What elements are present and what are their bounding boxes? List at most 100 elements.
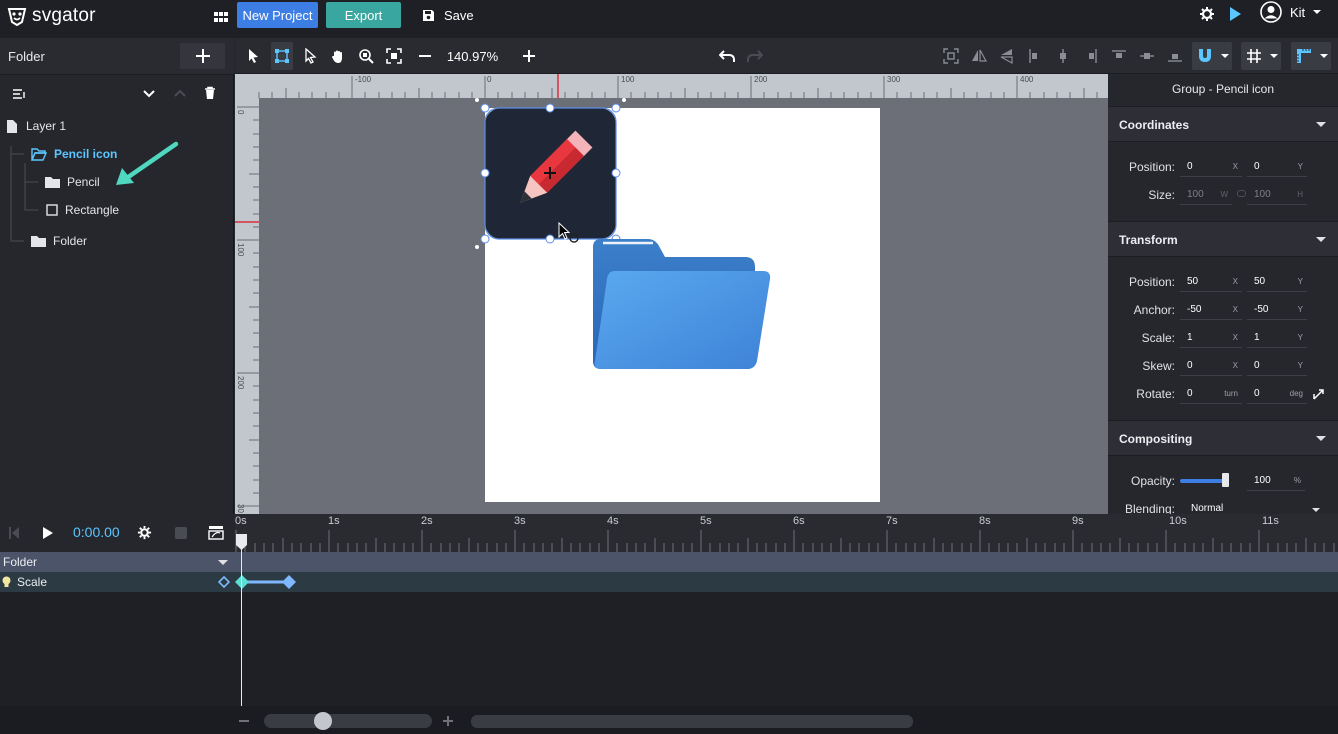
align-top-icon[interactable] xyxy=(1111,48,1127,64)
folder-icon xyxy=(31,235,46,247)
pencil-icon-group[interactable] xyxy=(475,98,635,253)
rotate-handle-icon[interactable] xyxy=(1313,386,1327,400)
loop-toggle-icon[interactable] xyxy=(174,526,188,540)
position-x-input[interactable]: 50 X xyxy=(1180,272,1242,292)
skip-start-icon[interactable] xyxy=(8,526,20,540)
rotate-turn-input[interactable]: 0 turn xyxy=(1180,384,1242,404)
compositing-section-header[interactable]: Compositing xyxy=(1108,420,1338,456)
opacity-slider-track[interactable] xyxy=(1180,479,1228,483)
select-tool-icon[interactable] xyxy=(245,48,261,64)
coord-position-x-input[interactable]: 0X xyxy=(1180,157,1242,177)
redo-icon[interactable] xyxy=(747,48,763,64)
opacity-row: Opacity: 100% xyxy=(1108,467,1338,495)
preview-settings-icon[interactable] xyxy=(1199,6,1215,22)
playhead-handle[interactable] xyxy=(236,534,247,551)
transform-tool-icon[interactable] xyxy=(274,48,290,64)
link-ratio-icon[interactable] xyxy=(1237,190,1246,197)
zoom-level-input[interactable]: 140.97% xyxy=(440,44,505,68)
snapping-dropdown[interactable] xyxy=(1192,42,1232,70)
align-bottom-icon[interactable] xyxy=(1167,48,1183,64)
zoom-out-button[interactable] xyxy=(412,44,438,68)
flip-vertical-icon[interactable] xyxy=(999,48,1015,64)
export-button[interactable]: Export xyxy=(326,2,401,28)
svgator-logo[interactable]: svgator xyxy=(6,5,96,27)
timeline-group-row[interactable]: Folder xyxy=(0,552,1338,572)
grid-dropdown[interactable] xyxy=(1241,42,1281,70)
ruler-label: 0 xyxy=(236,110,245,115)
play-icon[interactable] xyxy=(42,526,54,540)
time-label: 4s xyxy=(607,515,619,527)
coord-position-y-input[interactable]: 0Y xyxy=(1247,157,1307,177)
timeline-settings-icon[interactable] xyxy=(137,525,152,540)
zoom-out-timeline-icon[interactable] xyxy=(239,720,249,722)
layer-label: Pencil xyxy=(67,175,100,189)
properties-panel: Group - Pencil icon Coordinates Position… xyxy=(1108,74,1338,514)
coord-size-h-input[interactable]: 100 H xyxy=(1247,185,1307,205)
layer-item-pencil-icon[interactable]: Pencil icon xyxy=(31,141,117,167)
properties-title: Group - Pencil icon xyxy=(1171,82,1275,96)
save-button[interactable]: Save xyxy=(422,4,474,26)
scale-x-input[interactable]: 1X xyxy=(1180,328,1242,348)
canvas-area[interactable] xyxy=(259,98,1108,514)
anchor-x-input[interactable]: -50 X xyxy=(1180,300,1242,320)
lightbulb-icon[interactable] xyxy=(2,576,11,588)
timeline-ruler[interactable]: 0s 1s 2s 3s 4s 5s 6s 7s 8s 9s 10s 11s xyxy=(235,514,1338,552)
fit-screen-icon[interactable] xyxy=(386,48,402,64)
opacity-input[interactable]: 100% xyxy=(1247,471,1305,491)
svgator-logo-icon xyxy=(7,8,27,26)
minus-icon xyxy=(419,55,431,57)
timeline-zoom-handle[interactable] xyxy=(314,712,332,730)
keyframe-diamond[interactable] xyxy=(235,575,249,589)
anchor-y-input[interactable]: -50 Y xyxy=(1247,300,1307,320)
flip-horizontal-icon[interactable] xyxy=(971,48,987,64)
folder-graphic[interactable] xyxy=(593,239,773,372)
scale-y-input[interactable]: 1Y xyxy=(1247,328,1307,348)
group-row-label: Folder xyxy=(3,555,38,569)
folder-open-icon xyxy=(31,147,47,161)
coordinates-section-header[interactable]: Coordinates xyxy=(1108,106,1338,142)
hand-tool-icon[interactable] xyxy=(330,48,346,64)
layer-item-rectangle[interactable]: Rectangle xyxy=(46,197,119,223)
horizontal-ruler[interactable]: -100 0 100 200 300 400 xyxy=(235,74,1108,98)
new-project-button[interactable]: New Project xyxy=(237,2,318,28)
user-menu[interactable]: Kit xyxy=(1260,1,1322,23)
preview-play-icon[interactable] xyxy=(1228,6,1242,22)
layer-item-pencil[interactable]: Pencil xyxy=(45,169,100,195)
align-right-icon[interactable] xyxy=(1083,48,1099,64)
vertical-ruler[interactable]: 0 100 200 30 xyxy=(235,98,259,514)
add-keyframe-icon[interactable] xyxy=(218,576,230,588)
time-label: 9s xyxy=(1072,515,1084,527)
timeline-horizontal-scrollbar[interactable] xyxy=(471,715,913,728)
timeline-zoom-track[interactable] xyxy=(264,714,432,728)
chevron-down-icon xyxy=(1312,508,1320,512)
rulers-dropdown[interactable] xyxy=(1291,42,1331,70)
zoom-tool-icon[interactable] xyxy=(358,48,374,64)
ruler-label: 300 xyxy=(887,75,901,84)
skew-y-input[interactable]: 0Y xyxy=(1247,356,1307,376)
transform-scale-row: Scale: 1X 1Y xyxy=(1108,324,1338,352)
easing-panel-icon[interactable] xyxy=(208,525,224,540)
prop-label: Blending: xyxy=(1124,502,1175,514)
align-middle-icon[interactable] xyxy=(1139,48,1155,64)
zoom-in-button[interactable] xyxy=(516,44,542,68)
rotate-deg-input[interactable]: 0 deg xyxy=(1247,384,1307,404)
node-tool-icon[interactable] xyxy=(302,48,318,64)
layer-item-layer-1[interactable]: Layer 1 xyxy=(5,113,66,139)
skew-x-input[interactable]: 0X xyxy=(1180,356,1242,376)
align-to-selection-icon[interactable] xyxy=(943,48,959,64)
transform-section-header[interactable]: Transform xyxy=(1108,221,1338,257)
coord-size-w-input[interactable]: 100 W xyxy=(1180,185,1232,205)
chevron-down-icon xyxy=(1320,54,1328,58)
current-time[interactable]: 0:00.00 xyxy=(73,524,120,540)
opacity-slider-handle[interactable] xyxy=(1222,473,1229,487)
blending-select[interactable]: Normal xyxy=(1180,499,1320,514)
apps-grid-icon[interactable] xyxy=(213,9,229,25)
zoom-in-timeline-icon[interactable] xyxy=(443,716,453,726)
timeline-property-row[interactable]: Scale xyxy=(0,572,1338,592)
align-center-h-icon[interactable] xyxy=(1055,48,1071,64)
keyframe-diamond[interactable] xyxy=(282,575,296,589)
undo-icon[interactable] xyxy=(719,48,735,64)
position-y-input[interactable]: 50 Y xyxy=(1247,272,1307,292)
align-left-icon[interactable] xyxy=(1027,48,1043,64)
layer-item-folder[interactable]: Folder xyxy=(31,228,87,254)
